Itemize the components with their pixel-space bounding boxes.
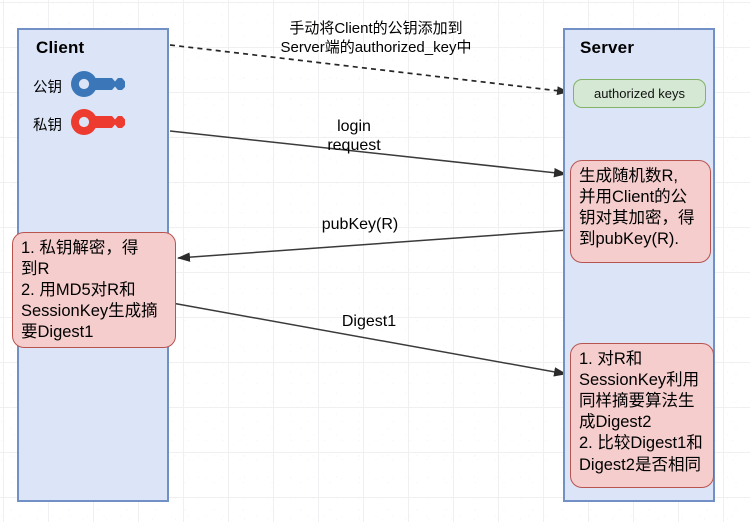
manual-key-copy-note: 手动将Client的公钥添加到 Server端的authorized_key中 — [280, 20, 472, 57]
diagram-canvas: Client 公钥 私钥 1. 私钥解密，得 到R 2. 用MD5对R和 Ses… — [0, 0, 750, 522]
server-verify-digest-note-text: 1. 对R和 SessionKey利用 同样摘要算法生 成Digest2 2. … — [579, 350, 703, 474]
server-generate-random-note-text: 生成随机数R, 并用Client的公 钥对其加密，得 到pubKey(R). — [579, 167, 695, 249]
client-decrypt-note-text: 1. 私钥解密，得 到R 2. 用MD5对R和 SessionKey生成摘 要D… — [21, 239, 158, 342]
client-decrypt-note[interactable]: 1. 私钥解密，得 到R 2. 用MD5对R和 SessionKey生成摘 要D… — [12, 232, 176, 348]
digest1-label: Digest1 — [341, 313, 397, 330]
public-key-label: 公钥 — [33, 80, 62, 96]
key-icon — [70, 70, 126, 103]
server-verify-digest-note[interactable]: 1. 对R和 SessionKey利用 同样摘要算法生 成Digest2 2. … — [570, 343, 714, 488]
client-private-key-row: 私钥 — [33, 108, 126, 141]
client-public-key-row: 公钥 — [33, 70, 126, 103]
server-title: Server — [580, 38, 635, 57]
client-title: Client — [36, 38, 85, 57]
login-request-label: login request — [327, 118, 381, 154]
authorized-keys-box[interactable]: authorized keys — [573, 79, 706, 108]
key-icon — [70, 108, 126, 141]
authorized-keys-label: authorized keys — [593, 86, 686, 101]
private-key-label: 私钥 — [33, 118, 62, 134]
server-generate-random-note[interactable]: 生成随机数R, 并用Client的公 钥对其加密，得 到pubKey(R). — [570, 160, 711, 263]
pubkey-r-label: pubKey(R) — [321, 216, 399, 233]
